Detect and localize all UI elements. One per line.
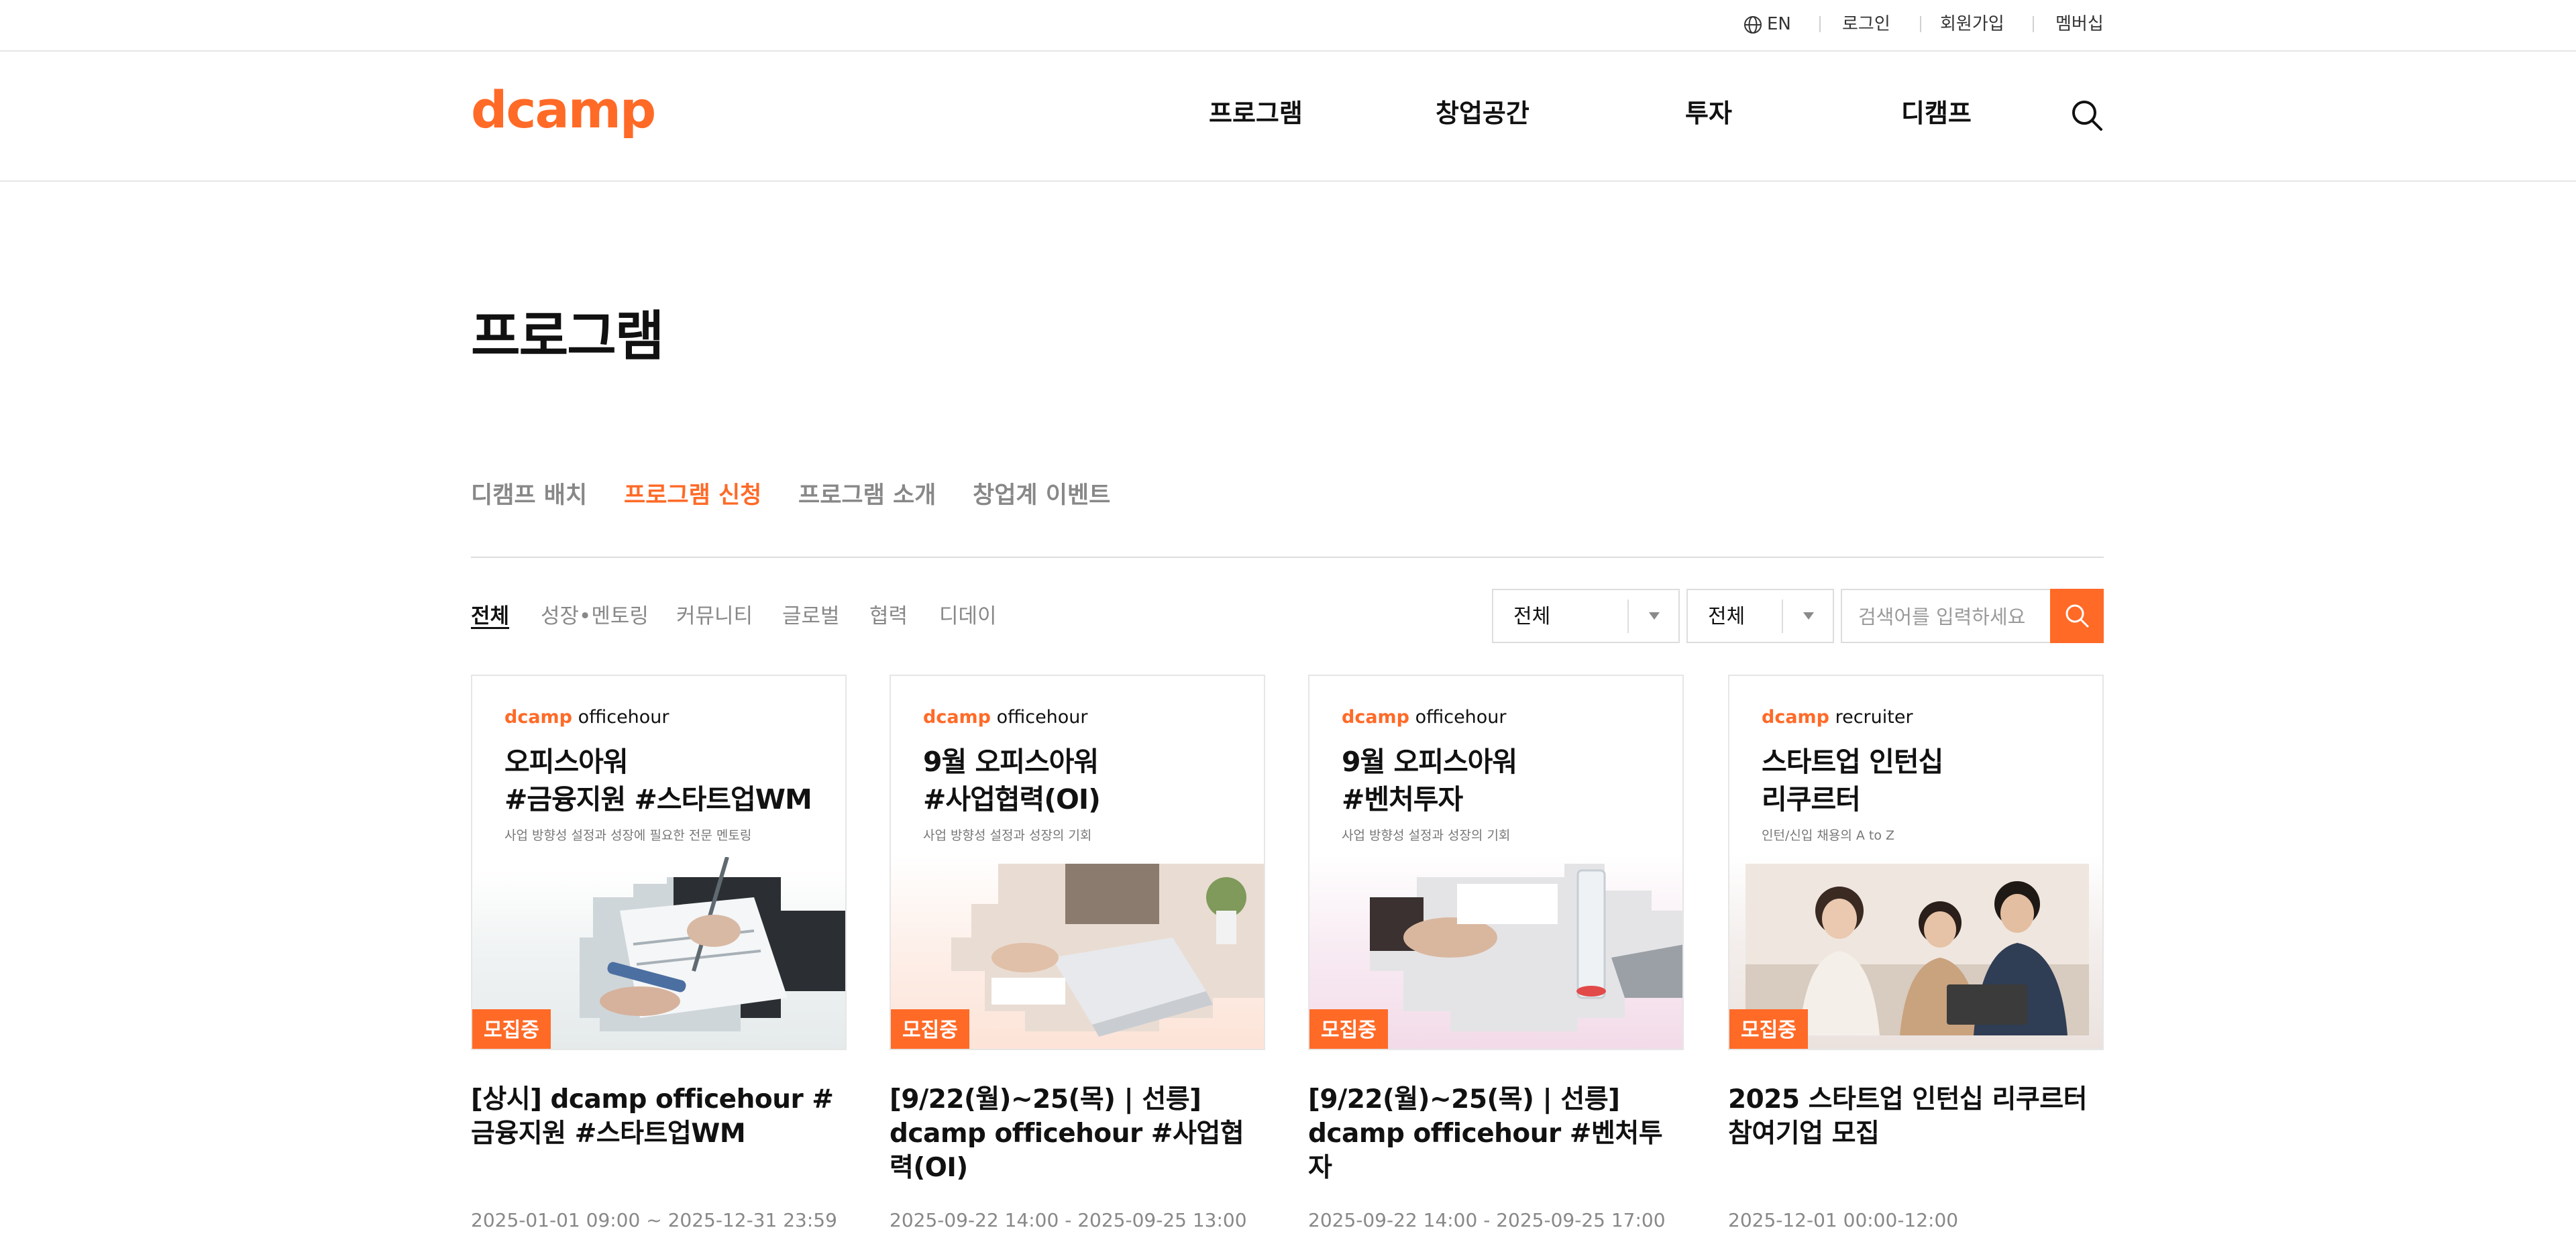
status-badge: 모집중	[472, 1009, 551, 1049]
category-global[interactable]: 글로벌	[782, 602, 840, 630]
card-thumbnail[interactable]: dcamp recruiter 스타트업 인턴십 리쿠르터 인턴/신입 채용의 …	[1728, 675, 2104, 1050]
globe-icon[interactable]	[1743, 15, 1763, 35]
dcamp-logo[interactable]: dcamp	[471, 80, 656, 140]
membership-link[interactable]: 멤버십	[2055, 13, 2104, 36]
language-toggle[interactable]: EN	[1767, 13, 1791, 36]
status-badge: 모집중	[1309, 1009, 1388, 1049]
tab-startup-events[interactable]: 창업계 이벤트	[973, 480, 1110, 511]
util-divider	[1920, 16, 1921, 32]
chevron-down-icon	[1803, 612, 1814, 620]
card-title[interactable]: 2025 스타트업 인턴십 리쿠르터 참여기업 모집	[1728, 1082, 2104, 1151]
util-divider	[2033, 16, 2034, 32]
card-date: 2025-09-22 14:00 - 2025-09-25 17:00	[1308, 1209, 1666, 1231]
tabs-divider	[471, 557, 2104, 558]
thumbnail-subtitle: 인턴/신입 채용의 A to Z	[1762, 828, 1895, 843]
tab-program-apply[interactable]: 프로그램 신청	[624, 480, 761, 511]
select-divider	[1627, 600, 1629, 633]
card-title[interactable]: [상시] dcamp officehour #금융지원 #스타트업WM	[471, 1082, 847, 1151]
search-input[interactable]	[1858, 602, 2046, 632]
card-date: 2025-09-22 14:00 - 2025-09-25 13:00	[890, 1209, 1247, 1231]
category-all[interactable]: 전체	[471, 602, 509, 630]
utility-bar: EN 로그인 회원가입 멤버십	[0, 0, 2576, 52]
thumbnail-subtitle: 사업 방향성 설정과 성장의 기회	[923, 828, 1092, 843]
card-brand: dcamp officehour	[1342, 707, 1507, 728]
category-partnership[interactable]: 협력	[869, 602, 908, 630]
nav-investment[interactable]: 투자	[1685, 97, 1732, 129]
search-icon	[2065, 604, 2089, 628]
login-link[interactable]: 로그인	[1842, 13, 1890, 36]
chevron-down-icon	[1649, 612, 1660, 620]
util-divider	[1819, 16, 1821, 32]
card-date: 2025-12-01 00:00-12:00	[1728, 1209, 1959, 1231]
card-date: 2025-01-01 09:00 ~ 2025-12-31 23:59	[471, 1209, 837, 1231]
site-header: dcamp 프로그램 창업공간 투자 디캠프	[0, 52, 2576, 182]
category-community[interactable]: 커뮤니티	[676, 602, 753, 630]
tab-dcamp-batch[interactable]: 디캠프 배치	[471, 480, 587, 511]
thumbnail-title: 9월 오피스아워 #벤처투자	[1342, 746, 1517, 815]
search-icon[interactable]	[2070, 99, 2104, 132]
thumbnail-subtitle: 사업 방향성 설정과 성장의 기회	[1342, 828, 1511, 843]
search-submit-button[interactable]	[2050, 589, 2104, 643]
signup-link[interactable]: 회원가입	[1940, 13, 2004, 36]
filter-select-2[interactable]: 전체	[1686, 589, 1834, 643]
status-badge: 모집중	[891, 1009, 969, 1049]
thumbnail-title: 오피스아워 #금융지원 #스타트업WM	[504, 746, 812, 815]
filter-select-1[interactable]: 전체	[1492, 589, 1680, 643]
card-title[interactable]: [9/22(월)~25(목) | 선릉] dcamp officehour #사…	[890, 1082, 1265, 1185]
nav-dcamp[interactable]: 디캠프	[1901, 97, 1972, 129]
card-brand: dcamp officehour	[923, 707, 1088, 728]
nav-space[interactable]: 창업공간	[1436, 97, 1529, 129]
page-title: 프로그램	[471, 305, 664, 367]
tab-program-intro[interactable]: 프로그램 소개	[798, 480, 936, 511]
select-value: 전체	[1513, 605, 1551, 628]
thumbnail-subtitle: 사업 방향성 설정과 성장에 필요한 전문 멘토링	[504, 828, 752, 843]
thumbnail-title: 9월 오피스아워 #사업협력(OI)	[923, 746, 1101, 815]
card-thumbnail[interactable]: dcamp officehour 오피스아워 #금융지원 #스타트업WM 사업 …	[471, 675, 847, 1050]
select-divider	[1782, 600, 1783, 633]
nav-program[interactable]: 프로그램	[1209, 97, 1303, 129]
select-value: 전체	[1708, 605, 1746, 628]
search-field[interactable]	[1841, 589, 2050, 643]
card-thumbnail[interactable]: dcamp officehour 9월 오피스아워 #사업협력(OI) 사업 방…	[890, 675, 1265, 1050]
thumbnail-title: 스타트업 인턴십 리쿠르터	[1762, 746, 1943, 815]
category-growth-mentoring[interactable]: 성장•멘토링	[541, 602, 649, 630]
card-thumbnail[interactable]: dcamp officehour 9월 오피스아워 #벤처투자 사업 방향성 설…	[1308, 675, 1684, 1050]
card-brand: dcamp recruiter	[1762, 707, 1913, 728]
card-title[interactable]: [9/22(월)~25(목) | 선릉] dcamp officehour #벤…	[1308, 1082, 1684, 1185]
status-badge: 모집중	[1729, 1009, 1808, 1049]
category-dday[interactable]: 디데이	[939, 602, 997, 630]
card-brand: dcamp officehour	[504, 707, 669, 728]
